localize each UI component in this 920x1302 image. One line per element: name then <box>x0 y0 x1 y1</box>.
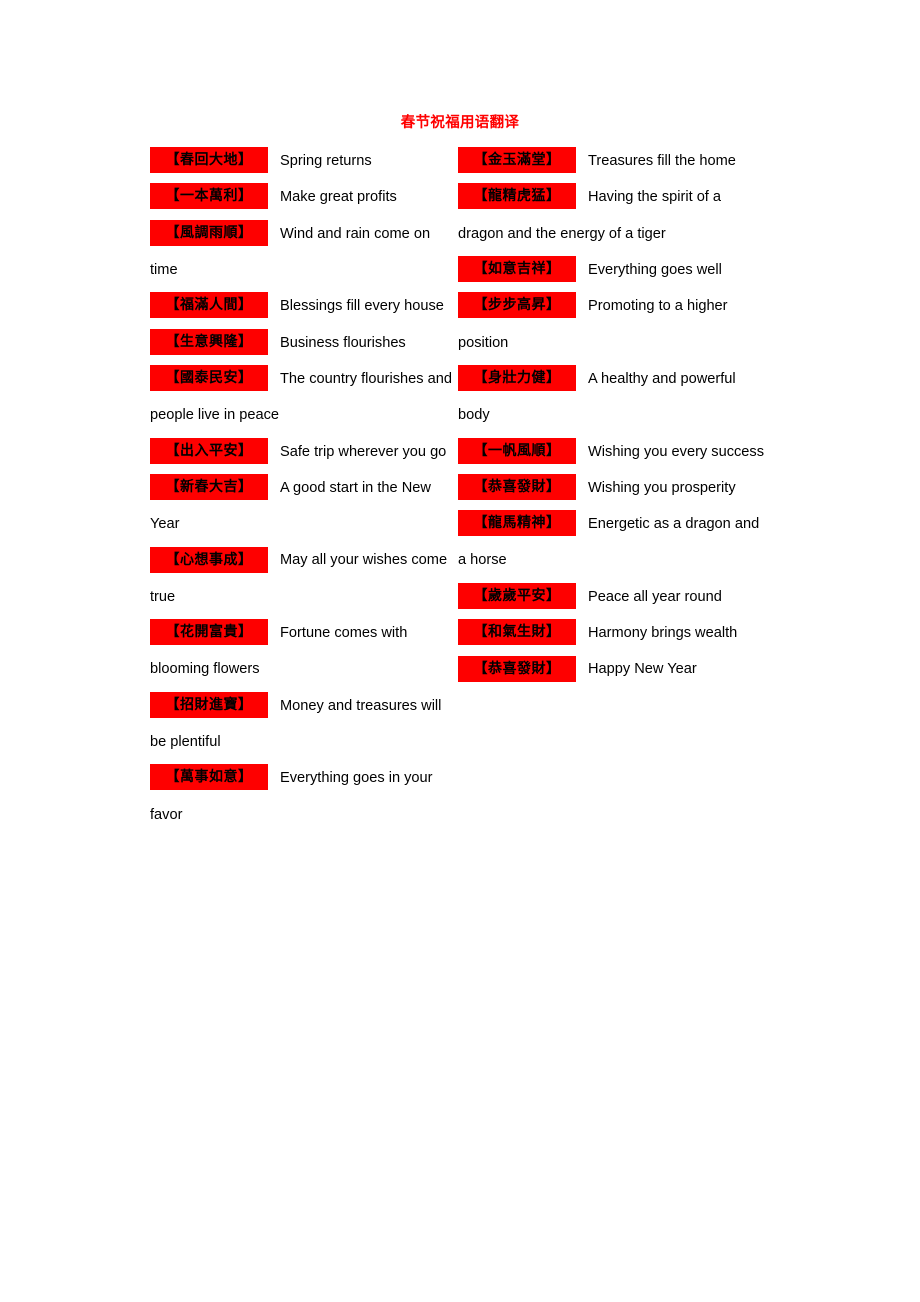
phrase-banner-image: 【生意興隆】 <box>150 328 268 355</box>
translation-text: Treasures fill the home <box>588 153 736 169</box>
entry-right-6: 【恭喜發財】 Wishing you prosperity <box>458 470 768 506</box>
phrase-banner-image: 【春回大地】 <box>150 147 268 174</box>
entry-left-9: 【花開富貴】 Fortune comes with blooming flower… <box>150 615 460 688</box>
translation-text: Safe trip wherever you go <box>280 443 447 460</box>
phrase-banner-image: 【風調雨順】 <box>150 219 268 246</box>
phrase-banner-image: 【金玉滿堂】 <box>458 147 576 174</box>
entry-right-3: 【步步高昇】 Promoting to a higher position <box>458 288 768 361</box>
entry-right-9: 【和氣生財】 Harmony brings wealth <box>458 615 768 651</box>
translation-text: Everything goes well <box>588 261 722 278</box>
phrase-banner-image: 【步步高昇】 <box>458 292 576 319</box>
left-column: 【春回大地】 Spring returns 【一本萬利】 Make great pr… <box>150 143 460 833</box>
entry-left-1: 【一本萬利】 Make great profits <box>150 179 460 215</box>
entry-right-7: 【龍馬精神】 Energetic as a dragon and a horse <box>458 506 768 579</box>
phrase-banner-image: 【招財進寶】 <box>150 691 268 718</box>
phrase-banner-image: 【身壯力健】 <box>458 365 576 392</box>
translation-text: Spring returns <box>280 153 372 169</box>
entry-right-2: 【如意吉祥】 Everything goes well <box>458 252 768 288</box>
entry-left-5: 【國泰民安】 The country flourishes and people … <box>150 361 460 434</box>
phrase-banner-image: 【一帆風順】 <box>458 437 576 464</box>
entry-left-2: 【風調雨順】 Wind and rain come on time <box>150 216 460 289</box>
phrase-banner-image: 【一本萬利】 <box>150 183 268 210</box>
page-title: 春节祝福用语翻译 <box>400 115 520 131</box>
translation-text: Business flourishes <box>280 334 406 351</box>
phrase-banner-image: 【萬事如意】 <box>150 764 268 791</box>
entry-left-6: 【出入平安】 Safe trip wherever you go <box>150 434 460 470</box>
entry-right-8: 【歲歲平安】 Peace all year round <box>458 579 768 615</box>
translation-text: Blessings fill every house <box>280 298 444 315</box>
phrase-banner-image: 【龍馬精神】 <box>458 510 576 537</box>
entry-left-0: 【春回大地】 Spring returns <box>150 143 460 179</box>
entry-right-5: 【一帆風順】 Wishing you every success <box>458 434 768 470</box>
entry-right-0: 【金玉滿堂】 Treasures fill the home <box>458 143 768 179</box>
phrase-banner-image: 【恭喜發財】 <box>458 473 576 500</box>
translation-text: Happy New Year <box>588 661 697 678</box>
entry-left-3: 【福滿人間】 Blessings fill every house <box>150 288 460 324</box>
phrase-banner-image: 【恭喜發財】 <box>458 655 576 682</box>
translation-text: Harmony brings wealth <box>588 625 738 642</box>
phrase-banner-image: 【如意吉祥】 <box>458 256 576 283</box>
document-page: 春节祝福用语翻译 【春回大地】 Spring returns 【一本萬利】 Make… <box>0 0 920 1302</box>
entry-left-10: 【招財進寶】 Money and treasures will be plenti… <box>150 688 460 761</box>
entry-left-4: 【生意興隆】 Business flourishes <box>150 325 460 361</box>
phrase-banner-image: 【心想事成】 <box>150 546 268 573</box>
entry-right-10: 【恭喜發財】 Happy New Year <box>458 651 768 687</box>
translation-text: Wishing you prosperity <box>588 479 736 496</box>
entry-right-1: 【龍精虎猛】 Having the spirit of a dragon and … <box>458 179 768 252</box>
phrase-banner-image: 【國泰民安】 <box>150 365 268 392</box>
phrase-banner-image: 【龍精虎猛】 <box>458 183 576 210</box>
phrase-banner-image: 【和氣生財】 <box>458 619 576 646</box>
translation-text: Peace all year round <box>588 588 722 605</box>
right-column: 【金玉滿堂】 Treasures fill the home 【龍精虎猛】 Havi… <box>458 143 768 688</box>
phrase-banner-image: 【福滿人間】 <box>150 292 268 319</box>
entry-left-8: 【心想事成】 May all your wishes come true <box>150 542 460 615</box>
entry-right-4: 【身壯力健】 A healthy and powerful body <box>458 361 768 434</box>
phrase-banner-image: 【新春大吉】 <box>150 473 268 500</box>
phrase-banner-image: 【歲歲平安】 <box>458 582 576 609</box>
phrase-banner-image: 【花開富貴】 <box>150 619 268 646</box>
entry-left-11: 【萬事如意】 Everything goes in your favor <box>150 760 460 833</box>
translation-text: Make great profits <box>280 189 397 206</box>
translation-text: Wishing you every success <box>588 443 765 460</box>
phrase-banner-image: 【出入平安】 <box>150 437 268 464</box>
entry-left-7: 【新春大吉】 A good start in the New Year <box>150 470 460 543</box>
